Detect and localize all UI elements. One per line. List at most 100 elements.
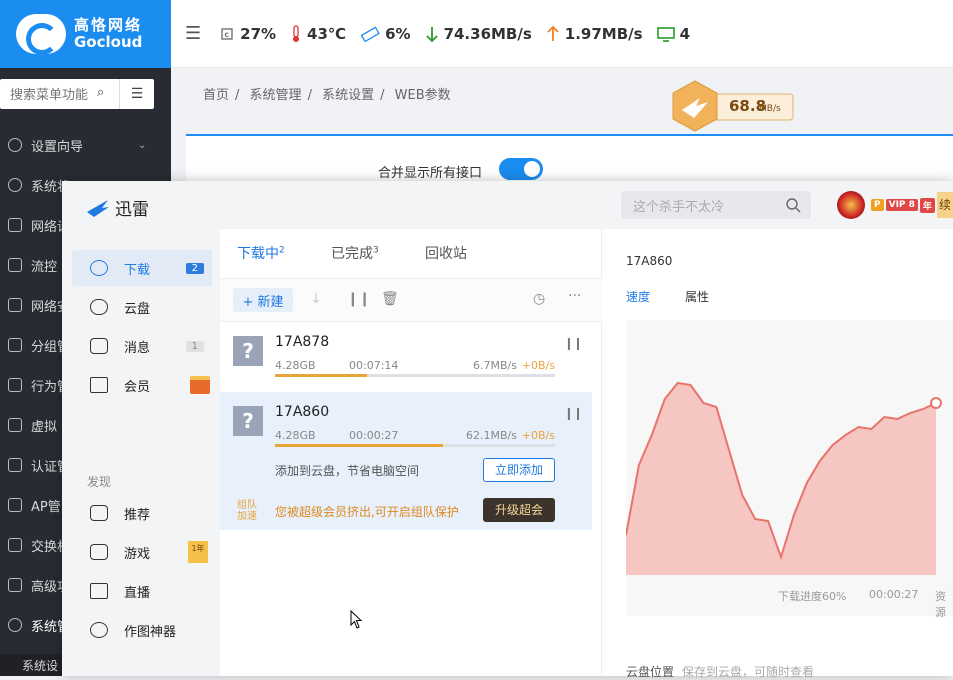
merge-interfaces-label: 合并显示所有接口 bbox=[378, 166, 483, 181]
breadcrumb: 首页 / 系统管理 / 系统设置 / WEB参数 bbox=[203, 88, 451, 103]
vip-level-badge: VIP 8 bbox=[885, 199, 918, 211]
task-progress-fill bbox=[275, 444, 443, 447]
delete-icon[interactable]: 🗑 bbox=[381, 291, 399, 307]
cpu-icon: C bbox=[221, 27, 233, 40]
list-icon: ☰ bbox=[130, 86, 144, 102]
xunlei-nav: 下载 2 云盘 消息 1 会员 发现 推荐 游戏 1年 直播 作图神器 bbox=[62, 229, 220, 676]
download-task[interactable]: ? 17A878 4.28GB 00:07:14 6.7MB/s +0B/s ❙… bbox=[220, 322, 592, 392]
message-count-badge: 1 bbox=[185, 340, 204, 352]
compass-icon bbox=[8, 138, 22, 152]
svg-text:C: C bbox=[225, 32, 230, 39]
top-status-bar: ☰ C 27% 43℃ 6% 74.36MB/s 1.97MB/s 4 bbox=[171, 0, 953, 68]
speed-unit: MB/s bbox=[759, 104, 781, 114]
gocloud-logo-icon bbox=[16, 14, 66, 55]
menu-search-input[interactable] bbox=[10, 86, 108, 102]
xunlei-search[interactable]: 这个杀手不太冷 bbox=[621, 191, 811, 219]
switch-icon bbox=[8, 538, 22, 552]
nav-live[interactable]: 直播 bbox=[72, 573, 212, 609]
menu-list-toggle[interactable]: ☰ bbox=[119, 79, 154, 109]
admin-menu-item[interactable]: 设置向导 ⌄ bbox=[0, 125, 171, 165]
speed-chart-svg bbox=[625, 381, 942, 575]
pin-icon bbox=[8, 578, 22, 592]
xunlei-window: 迅雷 这个杀手不太冷 P VIP 8 年 续 下载 2 云盘 消息 1 会员 发… bbox=[62, 181, 953, 679]
unknown-file-icon: ? bbox=[233, 336, 263, 366]
upload-arrow-icon bbox=[547, 25, 559, 41]
pause-all-icon[interactable]: ❙❙ bbox=[347, 291, 370, 307]
vip-year-badge: 年 bbox=[919, 197, 935, 213]
devices-stat: 4 bbox=[656, 25, 690, 43]
speed-chart: 下载进度60% 00:00:27 资源 bbox=[625, 320, 953, 619]
group-icon bbox=[8, 338, 22, 352]
menu-search: ⌕ ☰ bbox=[0, 79, 154, 109]
new-task-button[interactable]: + 新建 bbox=[233, 288, 293, 312]
cpu-stat: C 27% bbox=[219, 25, 276, 43]
speed-float-badge[interactable]: 68.8 MB/s bbox=[670, 80, 794, 132]
download-count-badge: 2 bbox=[185, 262, 204, 274]
cloud-position: 云盘位置 保存到云盘，可随时查看 bbox=[626, 665, 815, 679]
star-icon bbox=[90, 505, 108, 521]
tab-downloading[interactable]: 下载中2 bbox=[237, 243, 285, 263]
xunlei-logo[interactable]: 迅雷 bbox=[86, 195, 149, 220]
thermometer-icon bbox=[293, 24, 300, 42]
chevron-down-icon: ⌄ bbox=[138, 139, 147, 151]
breadcrumb-link[interactable]: 系统管理 bbox=[250, 88, 302, 103]
auth-shield-icon bbox=[8, 458, 22, 472]
user-area[interactable]: P VIP 8 年 bbox=[837, 191, 935, 219]
nav-download[interactable]: 下载 2 bbox=[72, 250, 212, 286]
monitor-icon bbox=[8, 218, 22, 232]
ap-icon bbox=[8, 498, 22, 512]
message-icon bbox=[90, 338, 108, 354]
menu-collapse-icon[interactable]: ☰ bbox=[185, 23, 201, 44]
brand-en: Gocloud bbox=[74, 33, 143, 51]
merge-interfaces-toggle[interactable] bbox=[499, 158, 543, 180]
gear-icon bbox=[8, 618, 22, 632]
renew-button[interactable]: 续 bbox=[937, 192, 953, 218]
detail-tab-speed[interactable]: 速度 bbox=[626, 288, 650, 305]
image-editor-icon bbox=[90, 622, 108, 638]
breadcrumb-link[interactable]: 系统设置 bbox=[322, 88, 374, 103]
more-icon[interactable]: ··· bbox=[568, 288, 581, 304]
avatar[interactable] bbox=[837, 191, 865, 219]
progress-label: 下载进度60% bbox=[778, 590, 847, 603]
gift-icon bbox=[190, 376, 210, 394]
download-stat: 74.36MB/s bbox=[425, 25, 532, 43]
nav-member[interactable]: 会员 bbox=[72, 367, 212, 403]
download-task-selected[interactable]: ? 17A860 4.28GB 00:00:27 62.1MB/s +0B/s … bbox=[220, 392, 592, 530]
nav-cloud[interactable]: 云盘 bbox=[72, 289, 212, 325]
brand-cn: 高恪网络 bbox=[74, 16, 143, 34]
vpn-icon bbox=[8, 418, 22, 432]
task-progress-fill bbox=[275, 374, 368, 377]
download-arrow-icon[interactable]: ↓ bbox=[310, 291, 322, 307]
download-circle-icon bbox=[90, 260, 108, 276]
nav-image-editor[interactable]: 作图神器 bbox=[72, 612, 212, 648]
nav-messages[interactable]: 消息 1 bbox=[72, 328, 212, 364]
nav-games[interactable]: 游戏 1年 bbox=[72, 534, 212, 570]
vip-p-badge: P bbox=[871, 199, 884, 211]
live-icon bbox=[90, 583, 108, 599]
gocloud-logo[interactable]: 高恪网络 Gocloud bbox=[0, 0, 171, 68]
tab-recycle-bin[interactable]: 回收站 bbox=[425, 243, 467, 263]
pause-icon[interactable]: ❙❙ bbox=[564, 406, 583, 420]
download-toolbar: + 新建 ↓ ❙❙ 🗑 ◷ ··· bbox=[220, 278, 602, 322]
task-progress-bar bbox=[275, 444, 555, 447]
temperature-stat: 43℃ bbox=[290, 25, 346, 43]
search-icon[interactable] bbox=[785, 197, 801, 213]
mouse-cursor-icon bbox=[350, 610, 363, 629]
clock-icon[interactable]: ◷ bbox=[533, 291, 545, 307]
memory-stat: 6% bbox=[360, 25, 411, 43]
upgrade-super-vip-button[interactable]: 升级超会 bbox=[483, 498, 555, 522]
breadcrumb-link[interactable]: 首页 bbox=[203, 88, 229, 103]
monitor-icon bbox=[656, 26, 675, 42]
add-to-cloud-button[interactable]: 立即添加 bbox=[483, 458, 555, 482]
task-progress-bar bbox=[275, 374, 555, 377]
filter-icon bbox=[8, 378, 22, 392]
nav-recommend[interactable]: 推荐 bbox=[72, 495, 212, 531]
task-name: 17A878 bbox=[275, 334, 330, 350]
tab-completed[interactable]: 已完成3 bbox=[331, 243, 379, 263]
detail-tab-properties[interactable]: 属性 bbox=[685, 288, 709, 305]
search-icon[interactable]: ⌕ bbox=[97, 85, 104, 100]
resource-label: 资源 bbox=[935, 590, 946, 619]
pause-icon[interactable]: ❙❙ bbox=[564, 336, 583, 350]
remaining-time: 00:00:27 bbox=[869, 588, 919, 601]
xunlei-bird-icon bbox=[87, 199, 109, 217]
